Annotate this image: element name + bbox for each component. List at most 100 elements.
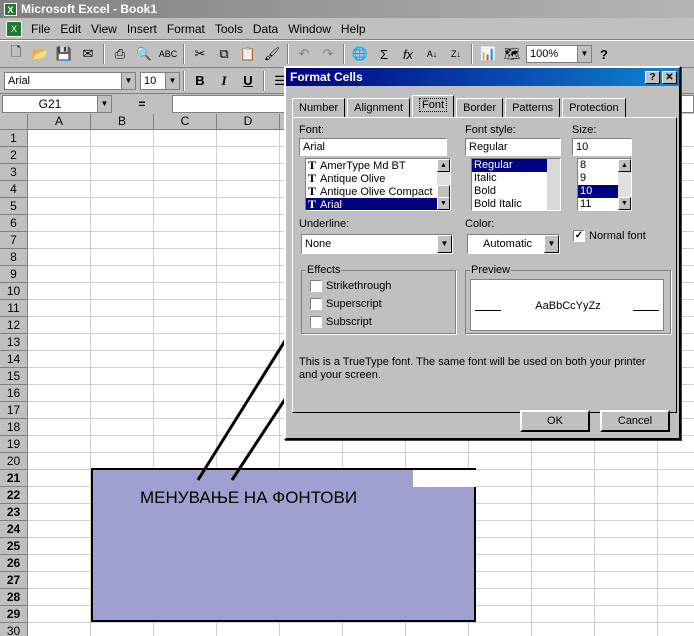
- font-list[interactable]: T AmerType Md BT T Antique Olive T Antique …: [305, 158, 451, 211]
- row-header[interactable]: 18: [0, 419, 28, 436]
- scroll-down-icon[interactable]: ▼: [437, 197, 450, 210]
- chevron-down-icon[interactable]: ▼: [578, 45, 592, 63]
- workbook-icon[interactable]: X: [6, 20, 22, 37]
- row-header[interactable]: 9: [0, 266, 28, 283]
- paste-icon[interactable]: 📋: [238, 44, 258, 64]
- cancel-button[interactable]: Cancel: [600, 410, 670, 432]
- font-combo[interactable]: Arial: [4, 71, 122, 90]
- color-select[interactable]: Automatic ▼: [467, 234, 560, 254]
- chevron-down-icon[interactable]: ▼: [437, 235, 452, 253]
- menu-tools[interactable]: Tools: [210, 22, 248, 36]
- menu-data[interactable]: Data: [248, 22, 283, 36]
- tab-alignment[interactable]: Alignment: [347, 98, 411, 117]
- row-header[interactable]: 11: [0, 300, 28, 317]
- menu-format[interactable]: Format: [162, 22, 210, 36]
- tab-border[interactable]: Border: [456, 98, 504, 117]
- scroll-down-icon[interactable]: ▼: [618, 197, 631, 210]
- superscript-option[interactable]: Superscript: [310, 298, 382, 310]
- normal-font-option[interactable]: ✓ Normal font: [573, 230, 646, 242]
- size-list-scrollbar[interactable]: ▲ ▼: [618, 159, 631, 210]
- menu-file[interactable]: File: [26, 22, 55, 36]
- undo-icon[interactable]: ↶: [294, 44, 314, 64]
- row-header[interactable]: 14: [0, 351, 28, 368]
- tab-font[interactable]: Font: [412, 95, 455, 117]
- active-cell[interactable]: [413, 470, 476, 487]
- underline-select[interactable]: None ▼: [301, 234, 453, 254]
- row-header[interactable]: 27: [0, 572, 28, 589]
- menu-window[interactable]: Window: [283, 22, 336, 36]
- autosum-icon[interactable]: Σ: [374, 44, 394, 64]
- tab-protection[interactable]: Protection: [562, 98, 626, 117]
- chevron-down-icon[interactable]: ▼: [166, 71, 180, 90]
- menu-edit[interactable]: Edit: [55, 22, 86, 36]
- row-header[interactable]: 7: [0, 232, 28, 249]
- size-combo[interactable]: 10: [140, 71, 166, 90]
- font-style-input[interactable]: Regular: [465, 138, 561, 156]
- row-header[interactable]: 30: [0, 623, 28, 636]
- style-list-scrollbar[interactable]: [547, 159, 560, 210]
- row-header[interactable]: 29: [0, 606, 28, 623]
- row-header[interactable]: 1: [0, 130, 28, 147]
- row-header[interactable]: 25: [0, 538, 28, 555]
- superscript-checkbox[interactable]: [310, 298, 322, 310]
- size-input[interactable]: 10: [572, 138, 632, 156]
- subscript-option[interactable]: Subscript: [310, 316, 372, 328]
- mail-icon[interactable]: ✉: [78, 44, 98, 64]
- copy-icon[interactable]: ⧉: [214, 44, 234, 64]
- chevron-down-icon[interactable]: ▼: [122, 71, 136, 90]
- font-style-list[interactable]: Regular Italic Bold Bold Italic: [471, 158, 561, 211]
- zoom-box[interactable]: 100%: [526, 45, 578, 63]
- row-header[interactable]: 4: [0, 181, 28, 198]
- italic-button[interactable]: I: [214, 71, 234, 91]
- open-icon[interactable]: 📂: [30, 44, 50, 64]
- print-icon[interactable]: ⎙: [110, 44, 130, 64]
- column-header[interactable]: C: [154, 114, 217, 130]
- chevron-down-icon[interactable]: ▼: [544, 235, 559, 253]
- normal-font-checkbox[interactable]: ✓: [573, 230, 585, 242]
- ok-button[interactable]: OK: [520, 410, 590, 432]
- row-header[interactable]: 22: [0, 487, 28, 504]
- row-header[interactable]: 5: [0, 198, 28, 215]
- scroll-up-icon[interactable]: ▲: [437, 159, 450, 172]
- format-painter-icon[interactable]: 🖌: [262, 44, 282, 64]
- help-icon[interactable]: ?: [594, 44, 614, 64]
- row-header[interactable]: 13: [0, 334, 28, 351]
- save-icon[interactable]: 💾: [54, 44, 74, 64]
- row-header[interactable]: 26: [0, 555, 28, 572]
- list-item-selected[interactable]: T Arial: [306, 198, 450, 210]
- new-icon[interactable]: 🗋: [6, 44, 26, 64]
- strikethrough-option[interactable]: Strikethrough: [310, 280, 391, 292]
- size-list[interactable]: 8 9 10 11 ▲ ▼: [577, 158, 632, 211]
- row-header[interactable]: 6: [0, 215, 28, 232]
- underline-button[interactable]: U: [238, 71, 258, 91]
- row-header[interactable]: 8: [0, 249, 28, 266]
- chevron-down-icon[interactable]: ▼: [98, 95, 112, 113]
- sort-descending-icon[interactable]: Z↓: [446, 44, 466, 64]
- tab-patterns[interactable]: Patterns: [505, 98, 561, 117]
- menu-insert[interactable]: Insert: [122, 22, 162, 36]
- spelling-icon[interactable]: ABC: [158, 44, 178, 64]
- list-item[interactable]: T Antique Olive Compact: [306, 185, 450, 199]
- list-item[interactable]: T AmerType Md BT: [306, 159, 450, 172]
- row-header[interactable]: 3: [0, 164, 28, 181]
- chart-wizard-icon[interactable]: 📊: [478, 44, 498, 64]
- print-preview-icon[interactable]: 🔍: [134, 44, 154, 64]
- subscript-checkbox[interactable]: [310, 316, 322, 328]
- scroll-up-icon[interactable]: ▲: [618, 159, 631, 172]
- cut-icon[interactable]: ✂: [190, 44, 210, 64]
- row-header[interactable]: 23: [0, 504, 28, 521]
- font-input[interactable]: Arial: [299, 138, 447, 156]
- font-list-scrollbar[interactable]: ▲ ▼: [437, 159, 450, 210]
- row-header[interactable]: 17: [0, 402, 28, 419]
- row-header[interactable]: 19: [0, 436, 28, 453]
- row-header[interactable]: 28: [0, 589, 28, 606]
- tab-number[interactable]: Number: [292, 98, 346, 117]
- row-header[interactable]: 21: [0, 470, 28, 487]
- strikethrough-checkbox[interactable]: [310, 280, 322, 292]
- redo-icon[interactable]: ↷: [318, 44, 338, 64]
- menu-help[interactable]: Help: [336, 22, 371, 36]
- close-icon[interactable]: ✕: [662, 70, 677, 84]
- row-header[interactable]: 15: [0, 368, 28, 385]
- list-item[interactable]: T Antique Olive: [306, 172, 450, 186]
- column-header[interactable]: A: [28, 114, 91, 130]
